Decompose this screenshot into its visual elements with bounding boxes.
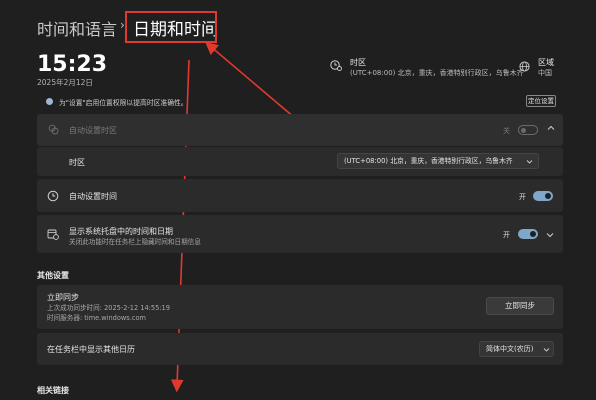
calendar-label: 在任务栏中显示其他日历	[47, 345, 135, 354]
auto-timezone-toggle[interactable]	[518, 125, 538, 135]
annotation-highlight-box	[125, 11, 217, 43]
location-settings-button[interactable]: 定位设置	[526, 95, 556, 107]
timezone-icon	[330, 59, 342, 71]
calendar-dropdown-value: 简体中文(农历)	[486, 345, 534, 353]
auto-timezone-state: 关	[503, 127, 510, 135]
chevron-down-icon[interactable]	[546, 231, 554, 239]
chevron-down-icon	[543, 346, 550, 353]
calendar-clock-icon	[47, 228, 59, 240]
auto-time-toggle[interactable]	[533, 191, 553, 201]
info-icon	[46, 98, 53, 105]
chevron-down-icon	[526, 158, 533, 165]
current-date: 2025年2月12日	[37, 78, 93, 87]
chevron-up-icon[interactable]	[547, 124, 555, 132]
tray-time-toggle[interactable]	[518, 229, 538, 239]
time-server: 时间服务器: time.windows.com	[47, 314, 146, 322]
auto-time-label: 自动设置时间	[69, 192, 117, 201]
auto-time-state: 开	[519, 193, 526, 201]
region-summary-value: 中国	[538, 69, 552, 77]
timezone-dropdown[interactable]: (UTC+08:00) 北京，重庆，香港特别行政区，乌鲁木齐	[337, 153, 539, 169]
related-links-title: 相关链接	[37, 386, 69, 395]
timezone-dropdown-value: (UTC+08:00) 北京，重庆，香港特别行政区，乌鲁木齐	[344, 157, 513, 165]
sync-now-button[interactable]: 立即同步	[486, 297, 554, 315]
globe-icon	[519, 61, 530, 72]
annotation-arrow-diagonal	[205, 41, 296, 119]
timezone-summary-value: (UTC+08:00) 北京，重庆，香港特别行政区，乌鲁木齐	[350, 69, 524, 77]
timezone-summary-title: 时区	[350, 58, 366, 67]
tray-time-state: 开	[503, 231, 510, 239]
location-permission-notice: 为"设置"启用位置权限以提高时区准确性。	[59, 99, 188, 107]
sync-icon	[48, 124, 59, 135]
breadcrumb-parent[interactable]: 时间和语言	[37, 16, 117, 40]
tray-time-sublabel: 关闭此功能时在任务栏上隐藏时间和日期信息	[69, 238, 201, 246]
timezone-label: 时区	[69, 158, 85, 167]
auto-timezone-label: 自动设置时区	[69, 126, 117, 135]
other-settings-title: 其他设置	[37, 271, 69, 280]
region-summary-title: 区域	[538, 58, 554, 67]
clock-icon	[47, 190, 59, 202]
current-time: 15:23	[37, 52, 108, 77]
last-sync-time: 上次成功同步时间: 2025-2-12 14:55:19	[47, 304, 170, 312]
